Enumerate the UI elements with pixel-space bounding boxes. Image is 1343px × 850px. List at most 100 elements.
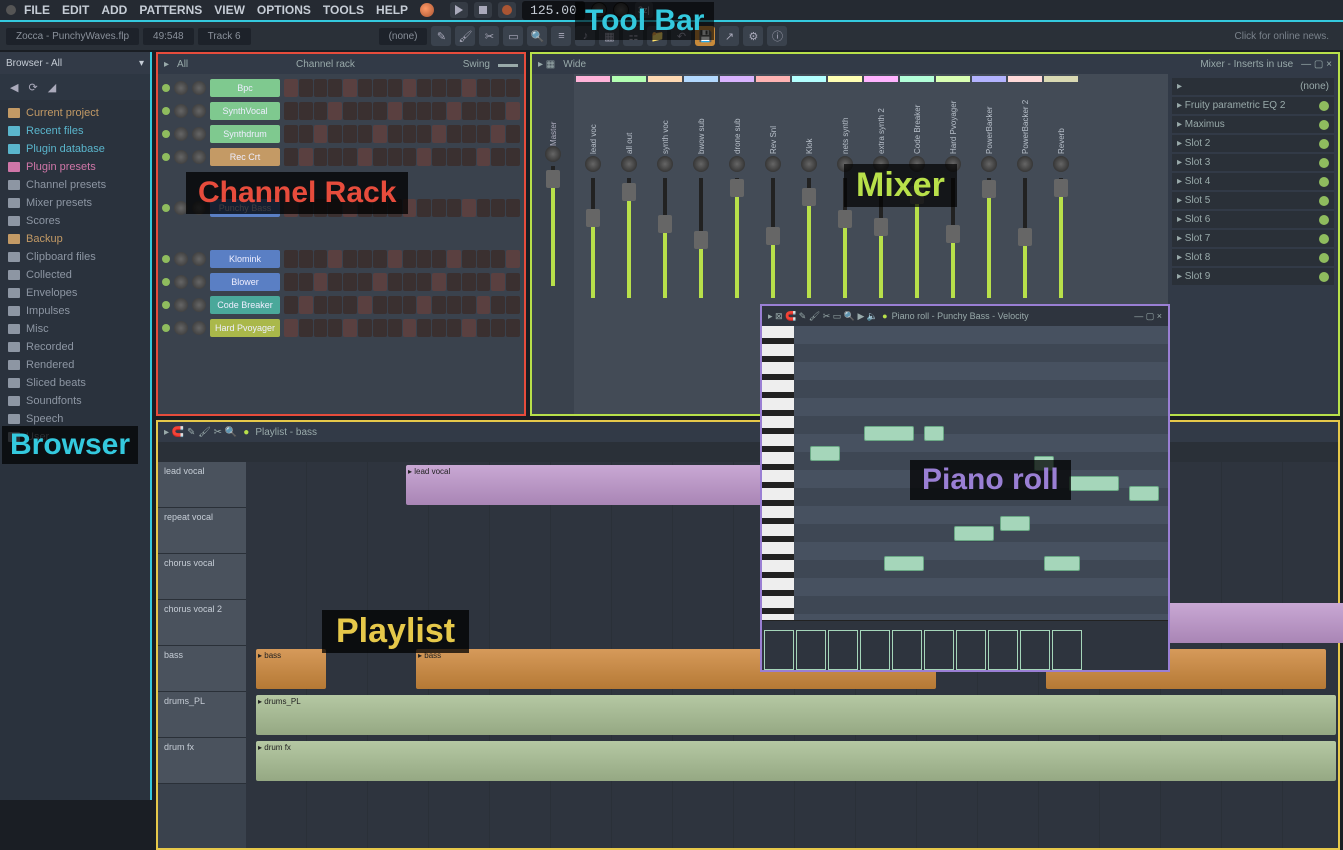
channel-pan-knob[interactable] [174, 252, 188, 266]
browser-item-11[interactable]: Impulses [0, 302, 150, 320]
step-cell[interactable] [343, 319, 357, 337]
step-cell[interactable] [343, 125, 357, 143]
slot-led-icon[interactable] [1319, 158, 1329, 168]
piano-note[interactable] [924, 426, 944, 441]
step-cell[interactable] [328, 102, 342, 120]
play-button[interactable] [450, 2, 468, 18]
tool-select-icon[interactable]: ▭ [503, 26, 523, 46]
step-cell[interactable] [417, 319, 431, 337]
step-cell[interactable] [477, 319, 491, 337]
playlist-track-6[interactable]: drum fx [158, 738, 246, 784]
step-cell[interactable] [343, 273, 357, 291]
project-name[interactable]: Zocca - PunchyWaves.flp [6, 28, 139, 45]
step-cell[interactable] [477, 102, 491, 120]
velocity-bar[interactable] [1052, 630, 1082, 670]
piano-roll-header[interactable]: ▸ ⊠ 🧲 ✎ 🖌 ✂ ▭ 🔍 ▶ 🔈 ● Piano roll - Punch… [762, 306, 1168, 326]
step-cell[interactable] [284, 102, 298, 120]
channel-led-icon[interactable] [162, 107, 170, 115]
mixer-strip-2[interactable]: synth voc [648, 76, 682, 412]
channel-row-5[interactable]: Klomink [162, 249, 520, 269]
step-cell[interactable] [373, 296, 387, 314]
step-cell[interactable] [388, 125, 402, 143]
step-cell[interactable] [403, 79, 417, 97]
channel-led-icon[interactable] [162, 130, 170, 138]
track-selector[interactable]: Track 6 [198, 28, 251, 45]
channel-vol-knob[interactable] [192, 252, 206, 266]
step-cell[interactable] [462, 319, 476, 337]
menu-edit[interactable]: EDIT [58, 1, 93, 19]
step-cell[interactable] [491, 319, 505, 337]
step-cell[interactable] [388, 250, 402, 268]
step-cell[interactable] [314, 125, 328, 143]
channel-group[interactable]: All [177, 59, 188, 70]
channel-vol-knob[interactable] [192, 275, 206, 289]
step-cell[interactable] [477, 148, 491, 166]
channel-led-icon[interactable] [162, 204, 170, 212]
playlist-clip[interactable]: ▸ bass [256, 649, 326, 689]
strip-fader[interactable] [987, 178, 991, 298]
playlist-clip[interactable]: ▸ drums_PL [256, 695, 1336, 735]
channel-led-icon[interactable] [162, 301, 170, 309]
channel-row-0[interactable]: Bpc [162, 78, 520, 98]
step-cell[interactable] [328, 250, 342, 268]
tool-zoom-icon[interactable]: 🔍 [527, 26, 547, 46]
playlist-track-0[interactable]: lead vocal [158, 462, 246, 508]
step-cell[interactable] [447, 125, 461, 143]
step-cell[interactable] [343, 296, 357, 314]
channel-name-button[interactable]: SynthVocal [210, 102, 280, 120]
browser-close-icon[interactable]: ▾ [139, 58, 144, 69]
step-cell[interactable] [506, 199, 520, 217]
tool-brush-icon[interactable]: 🖌 [455, 26, 475, 46]
strip-pan-knob[interactable] [801, 156, 817, 172]
step-cell[interactable] [506, 125, 520, 143]
step-cell[interactable] [299, 296, 313, 314]
slot-led-icon[interactable] [1319, 253, 1329, 263]
channel-led-icon[interactable] [162, 84, 170, 92]
channel-pan-knob[interactable] [174, 104, 188, 118]
step-cell[interactable] [358, 79, 372, 97]
step-cell[interactable] [506, 102, 520, 120]
piano-note[interactable] [1044, 556, 1080, 571]
step-cell[interactable] [417, 102, 431, 120]
piano-note[interactable] [1000, 516, 1030, 531]
step-cell[interactable] [388, 79, 402, 97]
step-cell[interactable] [491, 296, 505, 314]
piano-note[interactable] [1069, 476, 1119, 491]
browser-item-13[interactable]: Recorded [0, 338, 150, 356]
insert-slot-9[interactable]: ▸ Slot 9 [1172, 268, 1334, 285]
step-cell[interactable] [373, 125, 387, 143]
velocity-bar[interactable] [924, 630, 954, 670]
step-cell[interactable] [462, 250, 476, 268]
strip-pan-knob[interactable] [1053, 156, 1069, 172]
step-cell[interactable] [388, 273, 402, 291]
piano-note[interactable] [864, 426, 914, 441]
step-cell[interactable] [447, 79, 461, 97]
channel-vol-knob[interactable] [192, 150, 206, 164]
step-cell[interactable] [358, 250, 372, 268]
insert-slot-5[interactable]: ▸ Slot 5 [1172, 192, 1334, 209]
mixer-strip-0[interactable]: lead voc [576, 76, 610, 412]
channel-name-button[interactable]: Klomink [210, 250, 280, 268]
strip-pan-knob[interactable] [981, 156, 997, 172]
channel-pan-knob[interactable] [174, 321, 188, 335]
step-cell[interactable] [506, 79, 520, 97]
slot-led-icon[interactable] [1319, 272, 1329, 282]
browser-item-3[interactable]: Plugin presets [0, 158, 150, 176]
step-cell[interactable] [358, 273, 372, 291]
channel-vol-knob[interactable] [192, 81, 206, 95]
step-cell[interactable] [432, 148, 446, 166]
step-cell[interactable] [477, 79, 491, 97]
menu-tools[interactable]: TOOLS [319, 1, 368, 19]
step-cell[interactable] [477, 296, 491, 314]
step-cell[interactable] [403, 250, 417, 268]
playlist-track-1[interactable]: repeat vocal [158, 508, 246, 554]
playlist-track-2[interactable]: chorus vocal [158, 554, 246, 600]
step-cell[interactable] [284, 319, 298, 337]
channel-name-button[interactable]: Synthdrum [210, 125, 280, 143]
strip-fader[interactable] [591, 178, 595, 298]
channel-pan-knob[interactable] [174, 81, 188, 95]
channel-led-icon[interactable] [162, 324, 170, 332]
step-cell[interactable] [343, 79, 357, 97]
slot-led-icon[interactable] [1319, 196, 1329, 206]
step-cell[interactable] [447, 296, 461, 314]
